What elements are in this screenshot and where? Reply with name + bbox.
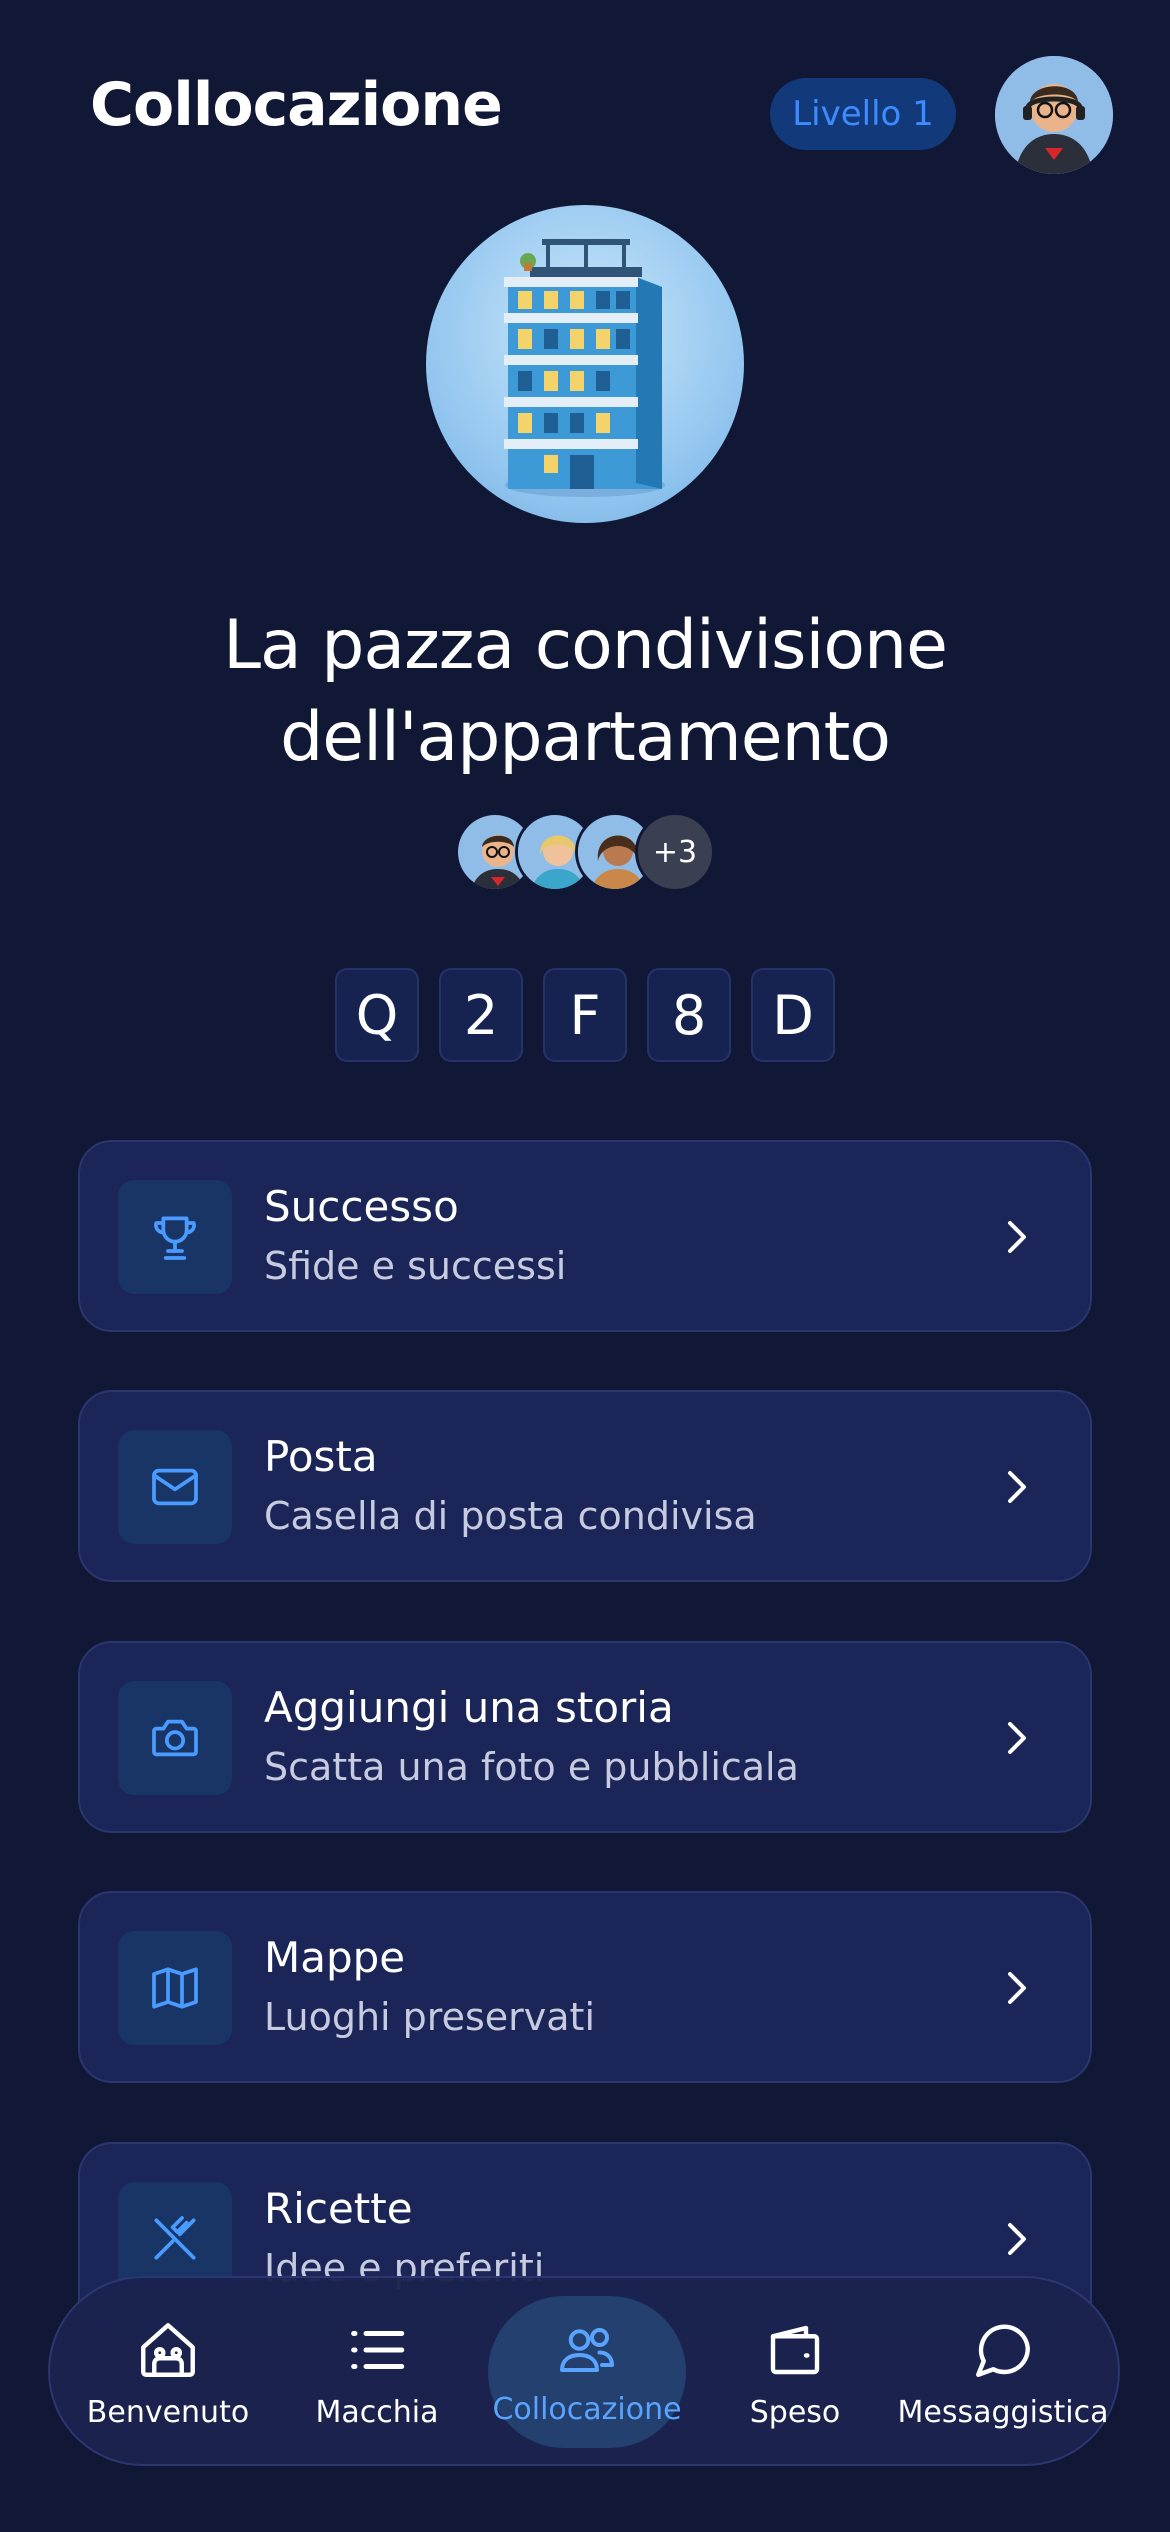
code-char: F	[543, 968, 627, 1062]
page-title: Collocazione	[90, 70, 503, 140]
nav-item-messaggistica[interactable]: Messaggistica	[898, 2278, 1109, 2468]
list-icon	[351, 2330, 405, 2369]
code-char: Q	[335, 968, 419, 1062]
menu-item-title: Aggiungi una storia	[264, 1683, 674, 1732]
more-members-badge: +3	[635, 812, 715, 892]
chevron-right-icon	[992, 1212, 1042, 1262]
code-char: D	[751, 968, 835, 1062]
menu-item-subtitle: Casella di posta condivisa	[264, 1494, 757, 1538]
group-name-line2: dell'appartamento	[280, 698, 891, 777]
map-icon	[118, 1931, 232, 2045]
code-char: 2	[439, 968, 523, 1062]
group-name: La pazza condivisione dell'appartamento	[0, 600, 1170, 784]
trophy-icon	[118, 1180, 232, 1294]
home-icon	[141, 2322, 195, 2377]
menu-item-title: Successo	[264, 1182, 459, 1231]
nav-label: Macchia	[315, 2394, 439, 2430]
menu-item-title: Ricette	[264, 2184, 413, 2233]
wallet-icon	[770, 2325, 820, 2374]
menu-item-successo[interactable]: Successo Sfide e successi	[78, 1140, 1092, 1332]
camera-icon	[118, 1681, 232, 1795]
member-avatars[interactable]: +3	[455, 812, 725, 894]
chevron-right-icon	[992, 2214, 1042, 2264]
nav-item-macchia[interactable]: Macchia	[277, 2278, 477, 2468]
nav-item-collocazione[interactable]: Collocazione	[487, 2278, 687, 2468]
header: Collocazione Livello 1	[0, 0, 1170, 220]
nav-label: Benvenuto	[86, 2394, 250, 2430]
nav-label: Speso	[749, 2394, 841, 2430]
menu-item-title: Mappe	[264, 1933, 406, 1982]
nav-label: Collocazione	[492, 2391, 682, 2427]
code-char: 8	[647, 968, 731, 1062]
group-code[interactable]: Q 2 F 8 D	[335, 968, 835, 1062]
mail-icon	[118, 1430, 232, 1544]
group-name-line1: La pazza condivisione	[223, 606, 948, 685]
bottom-nav: Benvenuto Macchia Collocazione Speso Mes…	[48, 2276, 1120, 2466]
chevron-right-icon	[992, 1462, 1042, 1512]
people-icon	[560, 2327, 614, 2372]
nav-label: Messaggistica	[897, 2394, 1109, 2430]
menu-item-posta[interactable]: Posta Casella di posta condivisa	[78, 1390, 1092, 1582]
menu-item-aggiungi-storia[interactable]: Aggiungi una storia Scatta una foto e pu…	[78, 1641, 1092, 1833]
nav-item-benvenuto[interactable]: Benvenuto	[68, 2278, 268, 2468]
user-avatar[interactable]	[995, 56, 1113, 174]
menu-item-subtitle: Luoghi preservati	[264, 1995, 595, 2039]
chevron-right-icon	[992, 1963, 1042, 2013]
menu-item-subtitle: Scatta una foto e pubblicala	[264, 1745, 799, 1789]
menu-item-mappe[interactable]: Mappe Luoghi preservati	[78, 1891, 1092, 2083]
nav-item-speso[interactable]: Speso	[695, 2278, 895, 2468]
chat-icon	[976, 2324, 1030, 2377]
menu-item-subtitle: Sfide e successi	[264, 1244, 567, 1288]
group-building-image	[426, 205, 744, 523]
chevron-right-icon	[992, 1713, 1042, 1763]
menu-item-title: Posta	[264, 1432, 378, 1481]
level-badge[interactable]: Livello 1	[770, 78, 956, 150]
